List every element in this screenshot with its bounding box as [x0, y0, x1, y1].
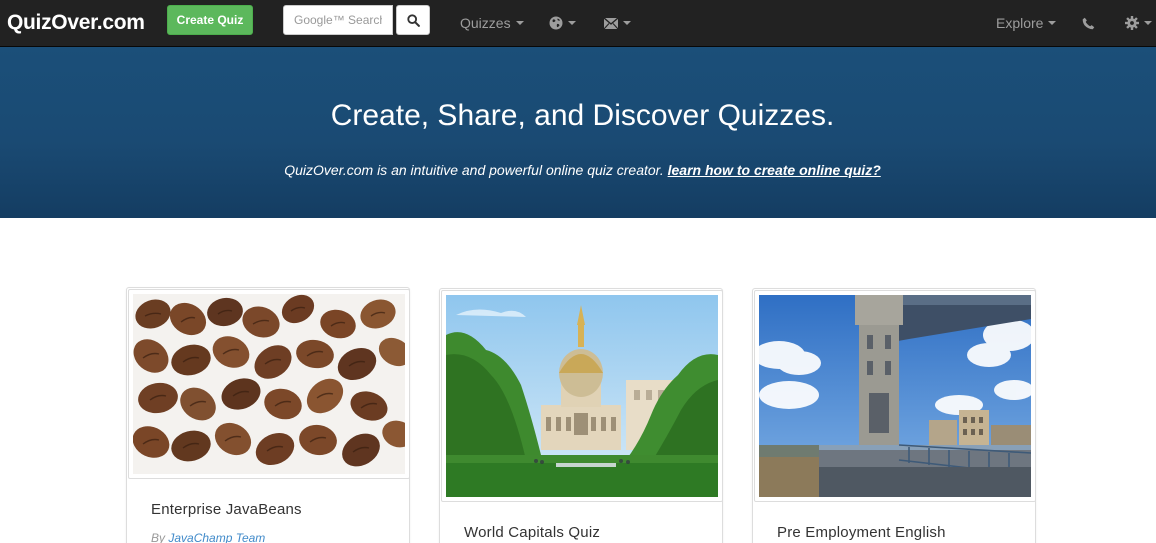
paris-les-invalides-image [446, 295, 718, 497]
google-search-input[interactable] [283, 5, 393, 35]
quiz-title[interactable]: Pre Employment English [777, 524, 946, 541]
quiz-thumbnail[interactable] [441, 290, 723, 502]
language-dropdown[interactable] [549, 0, 576, 46]
hero-banner: Create, Share, and Discover Quizzes. Qui… [0, 47, 1156, 218]
quizzes-label: Quizzes [460, 15, 511, 31]
quiz-thumbnail[interactable] [754, 290, 1036, 502]
quiz-title[interactable]: Enterprise JavaBeans [151, 501, 302, 518]
explore-dropdown[interactable]: Explore [996, 0, 1057, 46]
quiz-card[interactable]: Enterprise JavaBeans By JavaChamp Team [126, 287, 410, 543]
quiz-thumbnail[interactable] [128, 289, 410, 479]
contact-phone-link[interactable] [1082, 0, 1095, 46]
quizzes-dropdown[interactable]: Quizzes [460, 0, 524, 46]
hero-title: Create, Share, and Discover Quizzes. [330, 99, 835, 132]
quiz-card[interactable]: World Capitals Quiz [439, 288, 723, 543]
phone-icon [1082, 17, 1095, 29]
settings-dropdown[interactable] [1125, 0, 1152, 46]
brand-logo[interactable]: QuizOver.com [7, 11, 145, 35]
globe-icon [549, 16, 563, 30]
caret-down-icon [623, 21, 631, 25]
envelope-icon [604, 17, 618, 29]
coffee-beans-image [133, 294, 405, 474]
explore-label: Explore [996, 15, 1044, 31]
caret-down-icon [1048, 21, 1057, 25]
tower-bridge-image [759, 295, 1031, 497]
gear-icon [1125, 16, 1139, 30]
author-prefix: By [151, 531, 166, 543]
quiz-title[interactable]: World Capitals Quiz [464, 524, 600, 541]
author-link[interactable]: JavaChamp Team [168, 531, 265, 543]
messages-dropdown[interactable] [604, 0, 631, 46]
create-quiz-button[interactable]: Create Quiz [167, 5, 253, 35]
caret-down-icon [515, 21, 524, 25]
hero-subtitle: QuizOver.com is an intuitive and powerfu… [0, 162, 1156, 178]
search-icon [406, 13, 420, 27]
caret-down-icon [1144, 21, 1152, 25]
caret-down-icon [568, 21, 576, 25]
search-button[interactable] [396, 5, 430, 35]
quiz-author: By JavaChamp Team [151, 531, 265, 543]
quiz-card[interactable]: Pre Employment English [752, 288, 1036, 543]
top-navbar: QuizOver.com Create Quiz Quizzes Explore [0, 0, 1156, 47]
hero-subtitle-text: QuizOver.com is an intuitive and powerfu… [284, 162, 664, 178]
learn-how-link[interactable]: learn how to create online quiz? [668, 162, 881, 178]
